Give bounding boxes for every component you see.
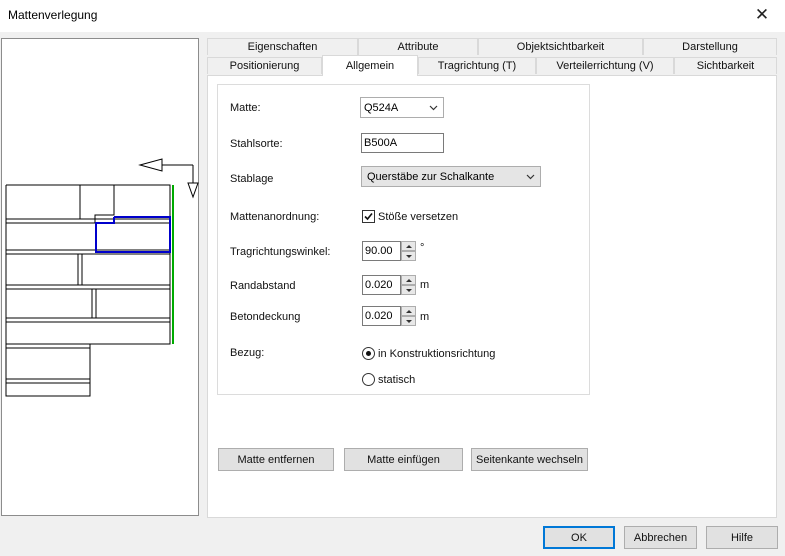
tab-sichtbarkeit[interactable]: Sichtbarkeit bbox=[674, 57, 777, 74]
property-tabs: Eigenschaften Attribute Objektsichtbarke… bbox=[207, 38, 777, 520]
spin-down-button[interactable] bbox=[401, 285, 416, 295]
spin-down-button[interactable] bbox=[401, 251, 416, 261]
tragrichtungswinkel-input[interactable]: 90.00 bbox=[362, 241, 401, 261]
stoesse-versetzen-label: Stöße versetzen bbox=[378, 211, 459, 223]
tab-tragrichtung[interactable]: Tragrichtung (T) bbox=[418, 57, 536, 74]
betondeckung-input[interactable]: 0.020 bbox=[362, 306, 401, 326]
tab-allgemein[interactable]: Allgemein bbox=[322, 55, 418, 76]
betondeckung-unit: m bbox=[420, 311, 430, 323]
close-icon: ✕ bbox=[754, 5, 770, 24]
remove-mat-button[interactable]: Matte entfernen bbox=[218, 448, 334, 471]
tab-objektsichtbarkeit[interactable]: Objektsichtbarkeit bbox=[478, 38, 643, 55]
randabstand-unit: m bbox=[420, 279, 430, 291]
cancel-button[interactable]: Abbrechen bbox=[624, 526, 697, 549]
arrow-up-icon bbox=[405, 278, 412, 282]
tab-panel-allgemein: Matte: Q524A Stahlsorte: B500A Stablage … bbox=[207, 75, 777, 518]
tab-positionierung[interactable]: Positionierung bbox=[207, 57, 322, 74]
checkmark-icon bbox=[364, 212, 373, 221]
arrow-down-icon bbox=[405, 288, 412, 292]
tab-darstellung[interactable]: Darstellung bbox=[643, 38, 777, 55]
arrow-up-icon bbox=[405, 309, 412, 313]
arrow-down-icon bbox=[405, 319, 412, 323]
stoesse-versetzen-checkbox[interactable] bbox=[362, 210, 375, 223]
tab-attribute[interactable]: Attribute bbox=[358, 38, 478, 55]
insert-mat-button[interactable]: Matte einfügen bbox=[344, 448, 463, 471]
arrow-down-icon bbox=[405, 254, 412, 258]
randabstand-label: Randabstand bbox=[230, 280, 296, 292]
spin-up-button[interactable] bbox=[401, 275, 416, 285]
tab-eigenschaften[interactable]: Eigenschaften bbox=[207, 38, 358, 55]
tragrichtungswinkel-stepper[interactable]: 90.00 bbox=[362, 241, 416, 261]
mat-preview-canvas[interactable] bbox=[1, 38, 199, 516]
tragrichtungswinkel-label: Tragrichtungswinkel: bbox=[230, 246, 331, 258]
tab-verteilerrichtung[interactable]: Verteilerrichtung (V) bbox=[536, 57, 674, 74]
bezug-statisch-label: statisch bbox=[378, 374, 416, 386]
spin-up-button[interactable] bbox=[401, 306, 416, 316]
matte-label: Matte: bbox=[230, 102, 261, 114]
matte-select[interactable]: Q524A bbox=[360, 97, 444, 118]
selected-mat-outline bbox=[95, 216, 171, 253]
bezug-konstruktionsrichtung-radio[interactable] bbox=[362, 347, 375, 360]
title-bar: Mattenverlegung ✕ bbox=[0, 0, 785, 32]
direction-arrow-icon bbox=[138, 158, 199, 199]
mattenanordnung-label: Mattenanordnung: bbox=[230, 211, 320, 223]
betondeckung-label: Betondeckung bbox=[230, 311, 301, 323]
switch-edge-button[interactable]: Seitenkante wechseln bbox=[471, 448, 588, 471]
randabstand-stepper[interactable]: 0.020 bbox=[362, 275, 416, 295]
betondeckung-stepper[interactable]: 0.020 bbox=[362, 306, 416, 326]
general-settings-group: Matte: Q524A Stahlsorte: B500A Stablage … bbox=[217, 84, 590, 395]
arrow-up-icon bbox=[405, 244, 412, 248]
help-button[interactable]: Hilfe bbox=[706, 526, 778, 549]
stahlsorte-label: Stahlsorte: bbox=[230, 138, 283, 150]
bezug-label: Bezug: bbox=[230, 347, 265, 359]
bezug-konstruktionsrichtung-label: in Konstruktionsrichtung bbox=[378, 348, 496, 360]
stablage-select[interactable]: Querstäbe zur Schalkante bbox=[361, 166, 541, 187]
spin-up-button[interactable] bbox=[401, 241, 416, 251]
bezug-statisch-radio[interactable] bbox=[362, 373, 375, 386]
stablage-label: Stablage bbox=[230, 173, 274, 185]
stahlsorte-field[interactable]: B500A bbox=[361, 133, 444, 153]
chevron-down-icon bbox=[429, 105, 438, 111]
chevron-down-icon bbox=[526, 174, 535, 180]
randabstand-input[interactable]: 0.020 bbox=[362, 275, 401, 295]
degree-unit: ° bbox=[420, 242, 425, 254]
mat-layout-drawing bbox=[5, 158, 199, 397]
window-title: Mattenverlegung bbox=[8, 8, 98, 22]
ok-button[interactable]: OK bbox=[543, 526, 615, 549]
spin-down-button[interactable] bbox=[401, 316, 416, 326]
close-button[interactable]: ✕ bbox=[739, 0, 785, 30]
